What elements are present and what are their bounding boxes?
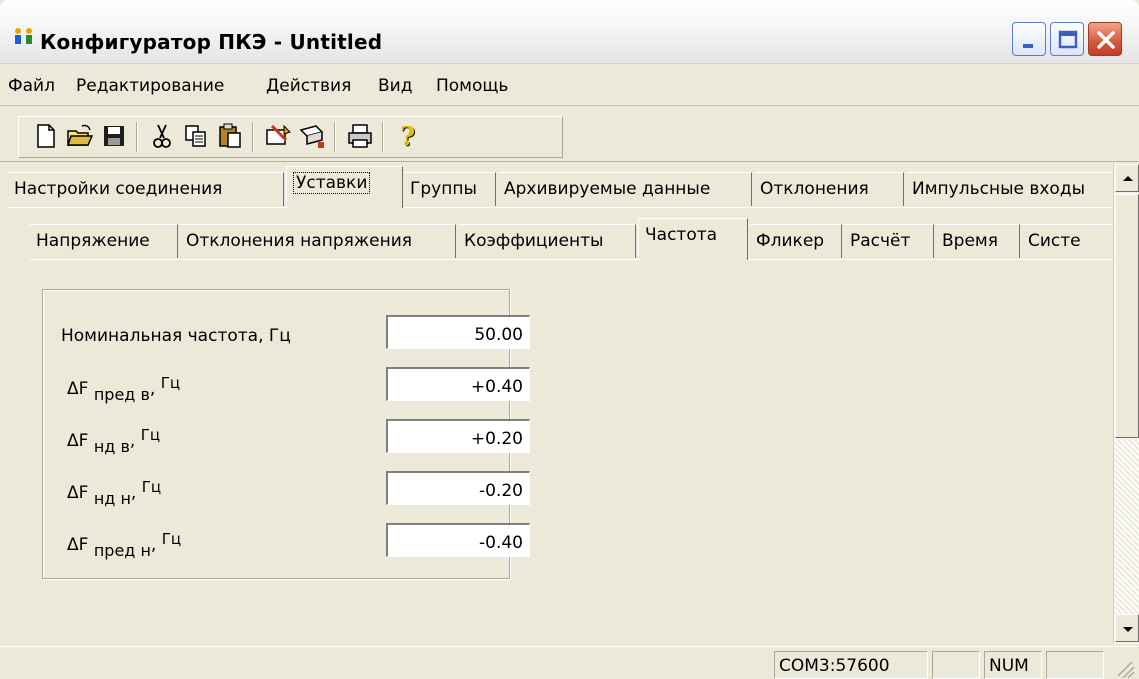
resize-grip-icon[interactable] <box>1112 658 1136 679</box>
df-unit: Гц <box>141 478 162 496</box>
df-subscript: нд в <box>93 437 130 456</box>
df-pred-n-input[interactable] <box>386 523 530 557</box>
df-pred-v-input[interactable] <box>386 367 530 401</box>
df-symbol: ΔF <box>67 535 89 555</box>
paste-clipboard-icon[interactable] <box>216 122 244 150</box>
status-empty-cell <box>932 651 980 679</box>
minimize-icon <box>1023 44 1033 48</box>
df-unit: Гц <box>161 530 182 548</box>
close-button[interactable] <box>1088 22 1122 56</box>
df-pred-v-label: ΔF пред в, Гц <box>67 374 180 404</box>
vertical-scrollbar[interactable] <box>1113 164 1139 644</box>
maximize-icon <box>1058 30 1078 49</box>
tab-setpoints-label: Уставки <box>293 172 371 194</box>
df-separator: , <box>129 431 136 451</box>
toolbar: ?? <box>0 108 1139 162</box>
open-folder-icon[interactable] <box>66 122 94 150</box>
tab-page-edge <box>30 259 1113 260</box>
status-port: COM3:57600 <box>774 651 928 679</box>
menu-edit[interactable]: Редактирование <box>76 76 224 96</box>
tab-voltage[interactable]: Напряжение <box>30 224 178 258</box>
scroll-track[interactable] <box>1115 440 1139 614</box>
scroll-up-button[interactable] <box>1115 164 1139 192</box>
tab-time[interactable]: Время <box>936 224 1020 258</box>
toolbar-separator <box>252 122 254 152</box>
new-file-icon[interactable] <box>32 122 60 150</box>
arrow-down-icon <box>1123 627 1133 632</box>
cut-scissors-icon[interactable] <box>148 122 176 150</box>
tab-archived-data[interactable]: Архивируемые данные <box>498 172 752 206</box>
df-subscript: нд н <box>93 489 131 508</box>
nominal-frequency-input[interactable] <box>386 315 530 349</box>
svg-text:?: ? <box>400 122 415 150</box>
df-nd-v-label: ΔF нд в, Гц <box>67 426 160 456</box>
tab-groups[interactable]: Группы <box>404 172 496 206</box>
tab-strip-main: Настройки соединения Уставки Группы Архи… <box>8 164 1113 208</box>
tab-deviations[interactable]: Отклонения <box>754 172 904 206</box>
tab-calculation[interactable]: Расчёт <box>844 224 934 258</box>
toolbar-separator <box>136 122 138 152</box>
scroll-thumb[interactable] <box>1115 194 1139 438</box>
tab-coefficients[interactable]: Коэффициенты <box>458 224 636 258</box>
df-symbol: ΔF <box>67 483 89 503</box>
status-num: NUM <box>984 651 1042 679</box>
tab-system[interactable]: Систе <box>1022 224 1113 258</box>
arrow-up-icon <box>1123 176 1133 181</box>
toolbar-separator <box>382 122 384 152</box>
menu-bar: Файл Редактирование Действия Вид Помощь <box>0 64 1139 106</box>
df-separator: , <box>150 535 157 555</box>
df-separator: , <box>130 483 137 503</box>
toolbar-separator <box>334 122 336 152</box>
window-title: Конфигуратор ПКЭ - Untitled <box>40 30 383 54</box>
df-subscript: пред в <box>93 385 150 404</box>
df-nd-n-label: ΔF нд н, Гц <box>67 478 161 508</box>
help-question-icon[interactable]: ?? <box>394 122 422 153</box>
tab-frequency[interactable]: Частота <box>638 218 748 260</box>
frequency-group: Номинальная частота, Гц ΔF пред в, Гц ΔF… <box>42 289 530 579</box>
print-icon[interactable] <box>346 122 374 150</box>
tab-strip-setpoints: Напряжение Отклонения напряжения Коэффиц… <box>30 216 1113 260</box>
close-icon <box>1097 31 1115 49</box>
copy-icon[interactable] <box>182 122 210 150</box>
app-window: Конфигуратор ПКЭ - Untitled Файл Редакти… <box>0 0 1139 679</box>
write-device-icon[interactable] <box>298 122 326 150</box>
tab-voltage-deviations[interactable]: Отклонения напряжения <box>180 224 456 258</box>
tab-pulse-inputs[interactable]: Импульсные входы <box>906 172 1113 206</box>
status-bar: COM3:57600 NUM <box>0 646 1139 679</box>
menu-view[interactable]: Вид <box>378 76 412 96</box>
tab-setpoints[interactable]: Уставки <box>286 166 403 208</box>
status-empty-cell <box>1046 651 1104 679</box>
df-pred-n-label: ΔF пред н, Гц <box>67 530 181 560</box>
df-separator: , <box>149 379 156 399</box>
title-bar[interactable]: Конфигуратор ПКЭ - Untitled <box>0 0 1139 64</box>
menu-file[interactable]: Файл <box>8 76 55 96</box>
df-subscript: пред н <box>93 541 151 560</box>
df-nd-n-input[interactable] <box>386 471 530 505</box>
minimize-button[interactable] <box>1012 22 1046 56</box>
read-device-icon[interactable] <box>264 122 292 150</box>
save-floppy-icon[interactable] <box>100 122 128 150</box>
people-icon <box>12 26 36 48</box>
nominal-frequency-label: Номинальная частота, Гц <box>61 326 291 346</box>
tab-flicker[interactable]: Фликер <box>750 224 842 258</box>
df-unit: Гц <box>140 426 161 444</box>
maximize-button[interactable] <box>1050 22 1084 56</box>
df-nd-v-input[interactable] <box>386 419 530 453</box>
menu-help[interactable]: Помощь <box>436 76 508 96</box>
menu-actions[interactable]: Действия <box>266 76 351 96</box>
scroll-down-button[interactable] <box>1115 614 1139 642</box>
tab-connection-settings[interactable]: Настройки соединения <box>8 172 284 206</box>
df-symbol: ΔF <box>67 379 89 399</box>
df-unit: Гц <box>160 374 181 392</box>
df-symbol: ΔF <box>67 431 89 451</box>
